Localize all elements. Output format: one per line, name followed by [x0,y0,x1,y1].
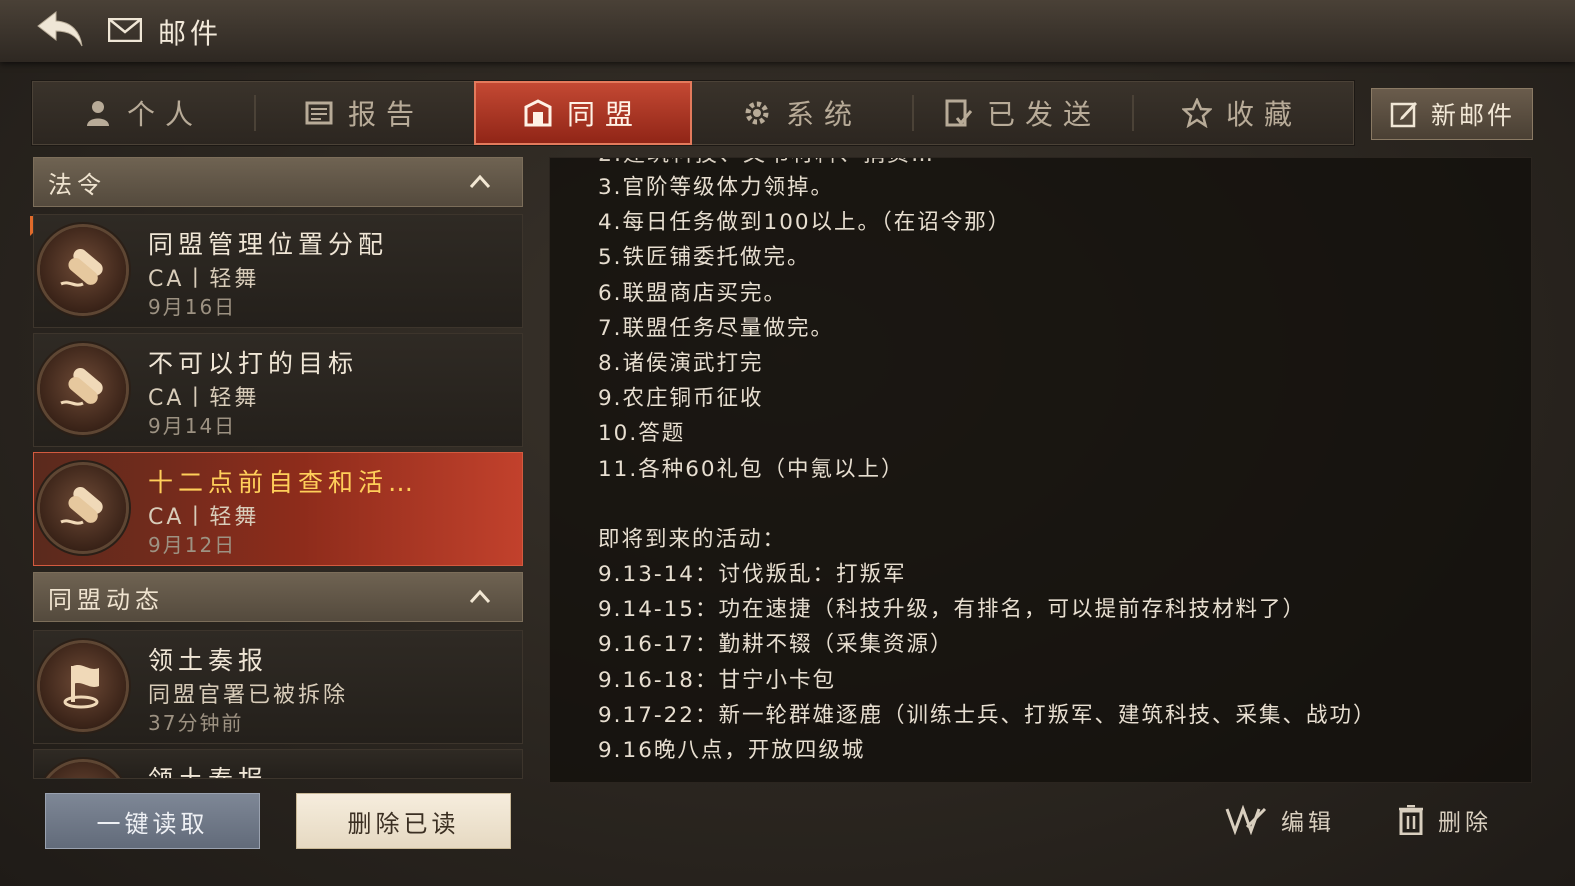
mail-body-line: 8.诸侯演武打完 [598,350,764,376]
scroll-avatar-icon [40,465,126,551]
mail-body-line: 9.16-17：勤耕不辍（采集资源） [598,632,954,658]
section-label: 同盟动态 [48,585,164,614]
tab-label: 报告 [347,98,424,131]
delete-button[interactable]: 删除 [1398,803,1492,837]
section-header-alliance-news[interactable]: 同盟动态 [33,572,523,622]
compose-icon [1390,102,1417,128]
alliance-icon [524,99,552,127]
mail-body: 3.官阶等级体力领掉。 4.每日任务做到100以上。（在诏令那） 5.铁匠铺委托做完… [598,170,1377,768]
tab-label: 收藏 [1225,98,1302,131]
mail-body-line: 11.各种60礼包（中氪以上） [598,456,905,482]
territory-flag-icon [40,643,126,729]
mail-date: 9月14日 [148,414,237,438]
tab-label: 同盟 [566,98,643,131]
page-title: 邮件 [158,17,223,50]
mail-list-item[interactable]: 不可以打的目标 CA丨轻舞 9月14日 [33,333,523,447]
top-bar: 邮件 [0,0,1575,62]
scroll-avatar-icon [40,227,126,313]
star-icon [1181,98,1212,128]
edit-icon [1225,805,1267,835]
tab-sent[interactable]: 已发送 [912,81,1132,145]
gear-icon [745,101,769,125]
mail-title: 同盟管理位置分配 [148,230,389,259]
read-all-button[interactable]: 一键读取 [45,793,260,849]
mail-date: 9月16日 [148,295,237,319]
mail-title: 领土奏报 [148,760,268,778]
tab-personal[interactable]: 个人 [32,81,254,145]
mail-body-line: 4.每日任务做到100以上。（在诏令那） [598,210,1012,236]
mail-date: 37分钟前 [148,711,244,735]
clipped-text-line: 2.建筑科技、文书材料、捐资… [598,158,935,168]
mail-body-line: 9.13-14：讨伐叛乱：打叛军 [598,562,907,588]
mail-date: 9月12日 [148,533,237,557]
mail-sender: CA丨轻舞 [148,386,260,411]
report-icon [305,101,333,125]
mail-sender: CA丨轻舞 [148,267,260,292]
mail-list-item[interactable]: 领土奏报 同盟官署已被拆除 37分钟前 [33,630,523,744]
mail-body-line: 9.16-18：甘宁小卡包 [598,667,836,693]
new-mail-button[interactable]: 新邮件 [1371,88,1533,140]
scroll-avatar-icon [40,346,126,432]
mail-icon [108,18,142,42]
mail-body-line: 9.17-22：新一轮群雄逐鹿（训练士兵、打叛军、建筑科技、采集、战功） [598,702,1377,728]
delete-label: 删除 [1438,810,1492,836]
mail-sender: 同盟官署已被拆除 [148,683,349,708]
mail-sender: CA丨轻舞 [148,505,260,530]
mail-body-line: 7.联盟任务尽量做完。 [598,315,835,341]
sent-icon [945,99,973,127]
mail-list-item[interactable]: 同盟管理位置分配 CA丨轻舞 9月16日 [33,214,523,328]
mail-body-line: 9.14-15：功在速捷（科技升级，有排名，可以提前存科技材料了） [598,597,1306,623]
tab-system[interactable]: 系统 [692,81,912,145]
chevron-up-icon [469,174,491,189]
section-label: 法令 [48,170,106,199]
person-icon [86,101,109,126]
delete-read-button[interactable]: 删除已读 [296,793,511,849]
mail-content-panel[interactable]: 2.建筑科技、文书材料、捐资… 3.官阶等级体力领掉。 4.每日任务做到100以上… [549,157,1532,783]
tab-report[interactable]: 报告 [254,81,474,145]
mail-body-line: 9.16晚八点，开放四级城 [598,738,866,763]
edit-button[interactable]: 编辑 [1225,803,1335,837]
trash-icon [1399,805,1423,835]
mail-body-line [598,487,1377,522]
mail-body-line: 6.联盟商店买完。 [598,280,788,306]
tab-label: 个人 [126,98,203,131]
tab-label: 已发送 [986,98,1101,131]
tab-label: 系统 [785,98,862,131]
mail-title: 不可以打的目标 [148,349,359,378]
mail-title: 十二点前自查和活… [148,468,419,497]
mail-body-line: 即将到来的活动： [598,526,787,552]
tab-alliance[interactable]: 同盟 [474,81,692,145]
tab-favorites[interactable]: 收藏 [1132,81,1352,145]
mail-body-line: 5.铁匠铺委托做完。 [598,245,811,271]
mail-list-item-selected[interactable]: 十二点前自查和活… CA丨轻舞 9月12日 [33,452,523,566]
mail-tabs: 个人 报告 同盟 系统 已发送 收藏 [31,80,1355,146]
territory-flag-icon [40,762,126,778]
back-arrow-icon[interactable] [34,8,88,52]
mail-body-line: 10.答题 [598,421,686,447]
section-header-decrees[interactable]: 法令 [33,157,523,207]
mail-body-line: 9.农庄铜币征收 [598,386,764,412]
chevron-up-icon [469,589,491,604]
new-mail-label: 新邮件 [1430,101,1515,130]
edit-label: 编辑 [1281,810,1335,836]
mail-title: 领土奏报 [148,646,269,675]
mail-body-line: 3.官阶等级体力领掉。 [598,175,835,200]
mail-list-item-partial[interactable]: 领土奏报 [33,749,523,779]
